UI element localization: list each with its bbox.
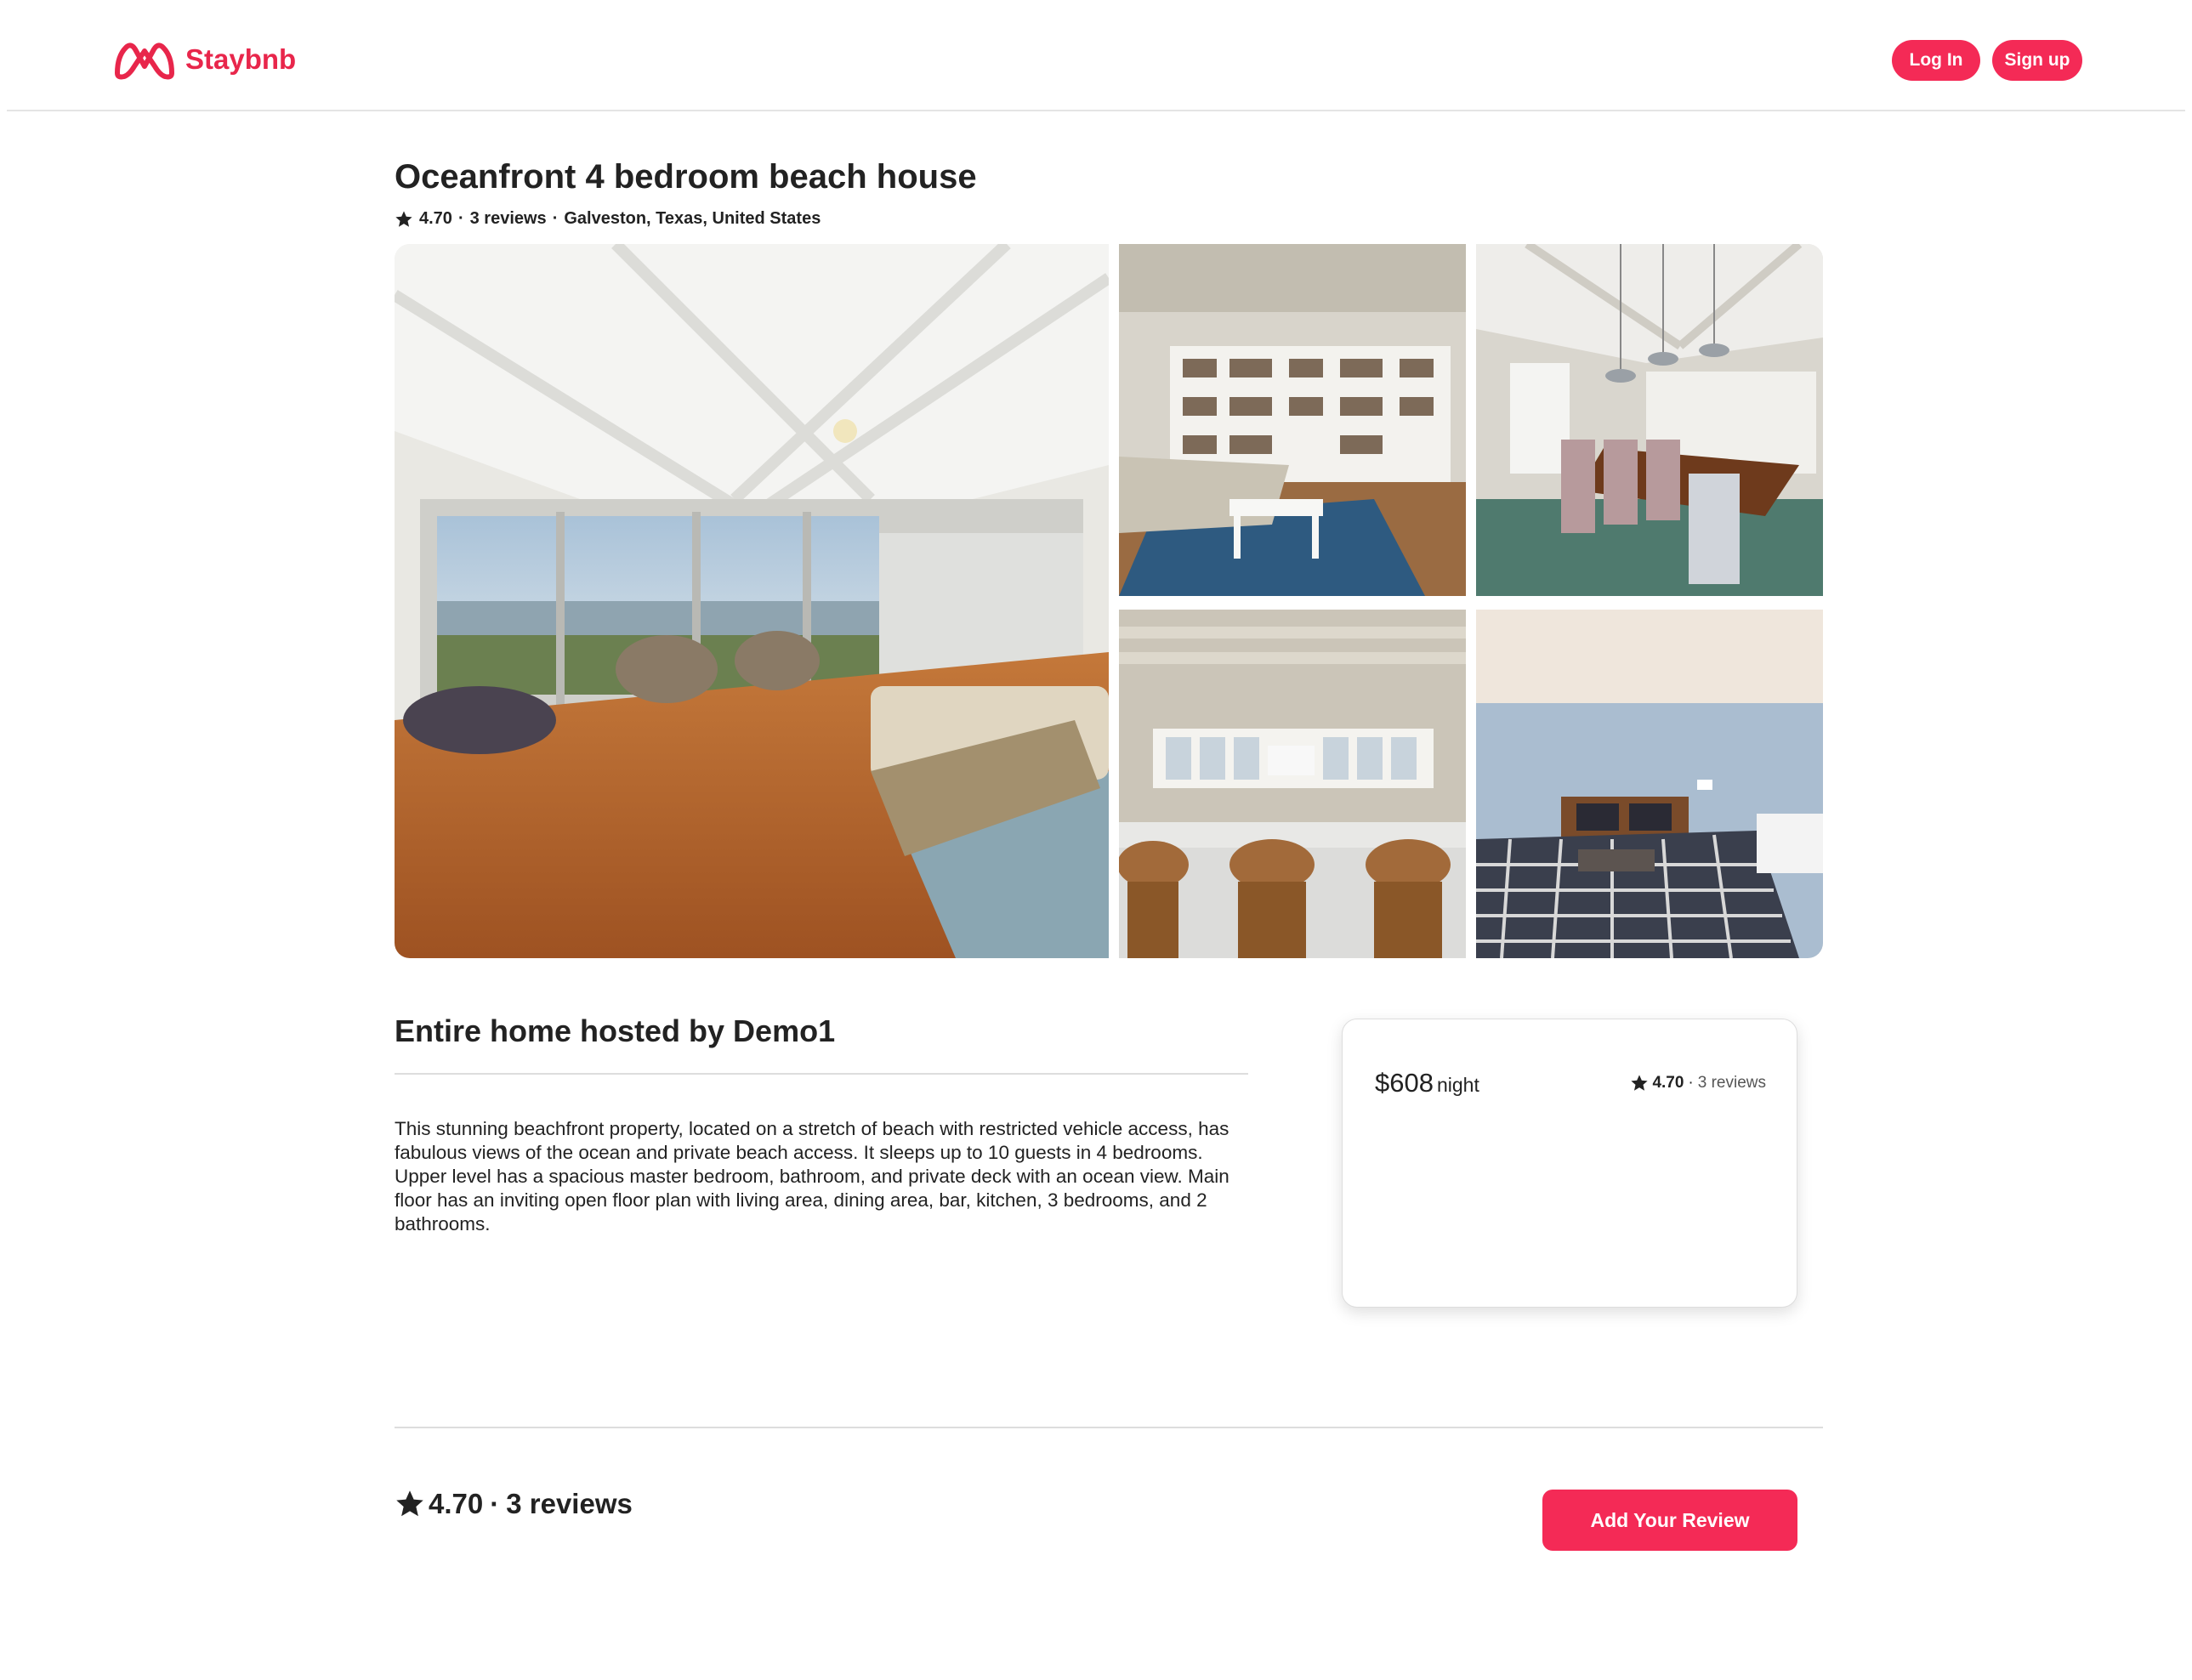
staybnb-logo-icon — [115, 43, 174, 80]
price-amount: $608 — [1375, 1068, 1434, 1098]
kitchen-bar-photo[interactable] — [1119, 610, 1466, 958]
listing-reviews-link[interactable]: 3 reviews — [470, 209, 547, 229]
add-review-button[interactable]: Add Your Review — [1542, 1490, 1797, 1551]
listing-location: Galveston, Texas, United States — [564, 209, 821, 228]
reviews-summary: 4.70 · 3 reviews — [395, 1488, 633, 1520]
price-unit: night — [1436, 1074, 1479, 1096]
reviews-count: 3 reviews — [506, 1488, 633, 1519]
booking-rating-value: 4.70 — [1652, 1074, 1684, 1092]
dining-room-photo[interactable] — [1476, 244, 1823, 596]
listing-title: Oceanfront 4 bedroom beach house — [395, 158, 977, 196]
listing-rating: 4.70 — [419, 209, 452, 228]
section-divider — [395, 1427, 1823, 1428]
listing-description: This stunning beachfront property, locat… — [395, 1118, 1229, 1234]
booking-reviews-link[interactable]: 3 reviews — [1698, 1074, 1766, 1093]
star-icon — [1631, 1075, 1649, 1091]
booking-rating: 4.70 · 3 reviews — [1630, 1074, 1766, 1093]
login-button[interactable]: Log In — [1892, 40, 1980, 81]
brand-logo-link[interactable]: Staybnb — [112, 39, 296, 80]
reviews-separator: · — [490, 1488, 500, 1519]
star-icon — [396, 1490, 423, 1517]
listing-meta: 4.70 · 3 reviews · Galveston, Texas, Uni… — [395, 209, 821, 229]
photo-gallery — [395, 244, 1823, 958]
bedroom-photo[interactable] — [1476, 610, 1823, 958]
top-navigation-bar: Staybnb Log In Sign up — [7, 0, 2185, 111]
star-icon — [395, 210, 412, 227]
meta-separator: · — [457, 209, 464, 228]
meta-separator: · — [552, 209, 559, 228]
reviews-rating: 4.70 — [429, 1488, 484, 1519]
living-room-ocean-view-photo[interactable] — [395, 244, 1109, 958]
booking-card: $608 night 4.70 · 3 reviews — [1342, 1019, 1797, 1308]
brand-name: Staybnb — [185, 43, 297, 75]
section-divider — [395, 1073, 1248, 1075]
price-per-night: $608 night — [1375, 1068, 1479, 1098]
booking-separator: · — [1688, 1074, 1694, 1092]
living-room-bookshelf-photo[interactable] — [1119, 244, 1466, 596]
signup-button[interactable]: Sign up — [1992, 40, 2082, 81]
host-heading: Entire home hosted by Demo1 — [395, 1013, 836, 1048]
